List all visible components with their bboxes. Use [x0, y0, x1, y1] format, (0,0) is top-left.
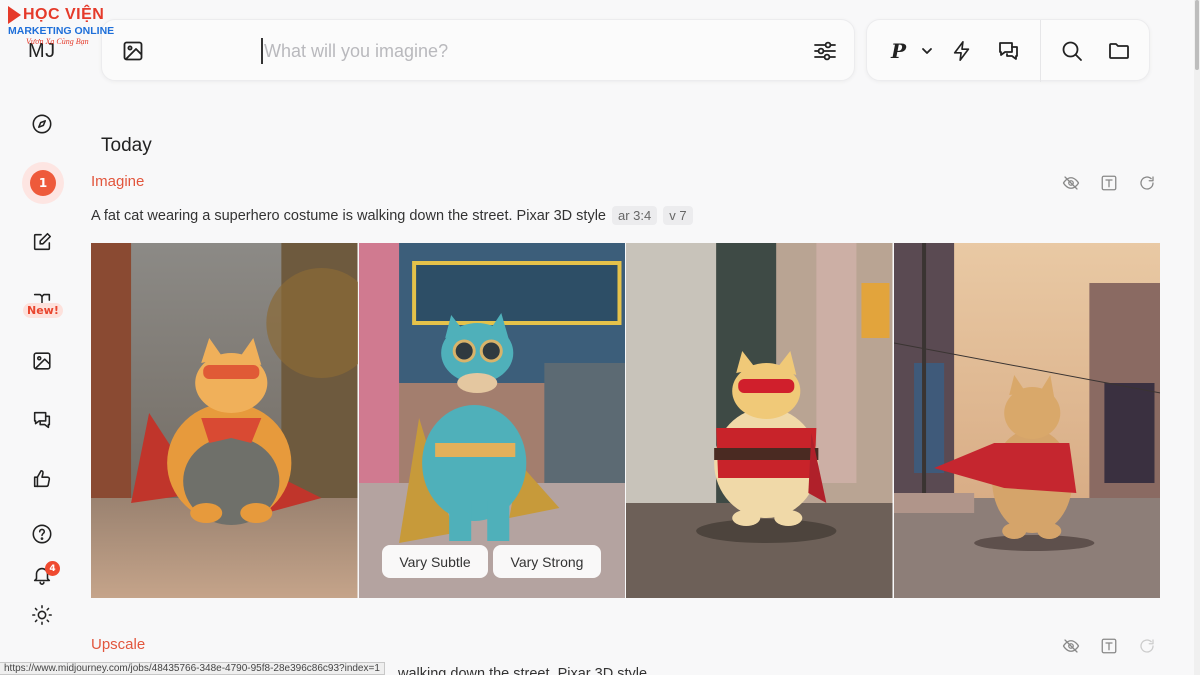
queue-count-badge: 1	[30, 170, 56, 196]
job-actions-2	[1062, 637, 1156, 655]
prompt-text[interactable]: A fat cat wearing a superhero costume is…	[91, 208, 606, 224]
job-type-label-2[interactable]: Upscale	[91, 636, 145, 653]
thumbs-up-icon[interactable]	[30, 467, 54, 491]
generated-image-3[interactable]	[626, 243, 893, 598]
vary-strong-button[interactable]: Vary Strong	[493, 545, 601, 578]
scrollbar-thumb[interactable]	[1195, 0, 1199, 70]
watermark-logo: HỌC VIỆN MARKETING ONLINE Vươn Xa Cùng B…	[8, 6, 120, 54]
sun-icon[interactable]	[30, 603, 54, 627]
scrollbar[interactable]	[1194, 0, 1200, 675]
job-type-label[interactable]: Imagine	[91, 173, 144, 190]
play-logo-icon	[8, 6, 21, 24]
job-prompt-2: walking down the street. Pixar 3D style	[398, 666, 648, 675]
prompt-input[interactable]	[264, 36, 784, 66]
link-status-bar: https://www.midjourney.com/jobs/48435766…	[0, 662, 385, 675]
watermark-line1: HỌC VIỆN	[23, 6, 105, 23]
help-icon[interactable]	[30, 522, 54, 546]
prompt-bar	[101, 19, 855, 81]
job-actions	[1062, 174, 1156, 192]
profile-button[interactable]: P	[891, 38, 906, 64]
add-image-icon[interactable]	[121, 39, 145, 63]
settings-sliders-icon[interactable]	[812, 39, 838, 63]
param-aspect-ratio[interactable]: ar 3:4	[612, 206, 658, 225]
image-gallery-icon[interactable]	[30, 349, 54, 373]
generated-image-1[interactable]	[91, 243, 358, 598]
folder-icon[interactable]	[1107, 39, 1131, 63]
search-icon[interactable]	[1060, 39, 1084, 63]
hide-eye-icon[interactable]	[1062, 174, 1080, 192]
chat-bubbles-icon[interactable]	[997, 39, 1021, 63]
toolbar-divider	[1040, 20, 1041, 82]
image-grid	[91, 243, 1160, 598]
vary-subtle-button[interactable]: Vary Subtle	[382, 545, 488, 578]
new-feature-tag: New!	[23, 303, 63, 318]
sidebar: MJ 1 New! 4	[0, 0, 85, 675]
alerts-badge: 4	[45, 561, 60, 576]
create-nav-item[interactable]: 1	[22, 162, 64, 204]
explore-compass-icon[interactable]	[30, 112, 54, 136]
watermark-line3: Vươn Xa Cùng Bạn	[26, 37, 89, 46]
job-prompt: A fat cat wearing a superhero costume is…	[91, 206, 693, 225]
param-version[interactable]: v 7	[663, 206, 693, 225]
rerun-icon	[1140, 639, 1154, 653]
watermark-line2: MARKETING ONLINE	[8, 25, 115, 37]
lightning-icon[interactable]	[951, 39, 973, 63]
text-prompt-icon[interactable]	[1100, 637, 1118, 655]
generated-image-4[interactable]	[893, 243, 1160, 598]
text-caret	[261, 38, 263, 64]
chat-icon[interactable]	[30, 408, 54, 432]
hide-eye-icon[interactable]	[1062, 637, 1080, 655]
rerun-icon[interactable]	[1138, 174, 1156, 192]
top-toolbar: P	[866, 19, 1150, 82]
section-title: Today	[101, 135, 152, 156]
text-prompt-icon[interactable]	[1100, 174, 1118, 192]
chevron-down-icon[interactable]	[921, 46, 933, 56]
profile-label: P	[891, 39, 907, 63]
edit-icon[interactable]	[30, 230, 54, 254]
